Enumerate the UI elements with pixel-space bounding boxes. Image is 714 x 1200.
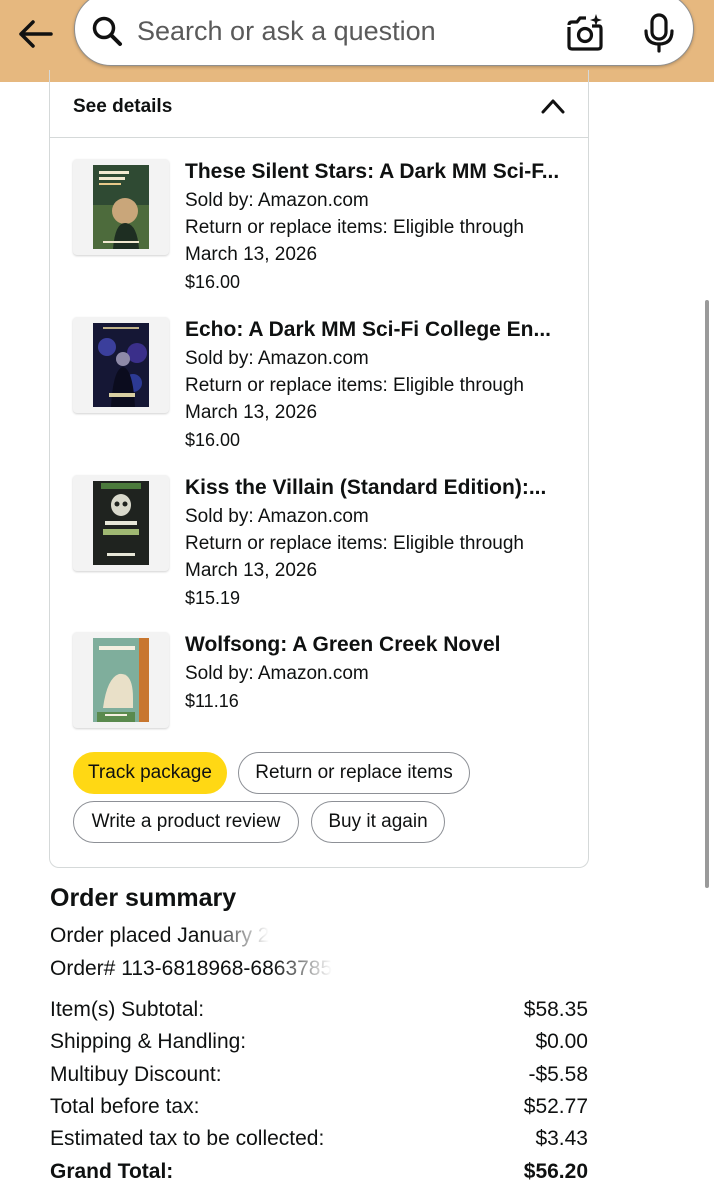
order-item[interactable]: These Silent Stars: A Dark MM Sci-F... S… [73, 159, 573, 299]
redaction-fade [209, 924, 270, 948]
product-thumbnail[interactable] [73, 159, 169, 255]
summary-value: $52.77 [523, 1095, 588, 1118]
order-placed-date: Order placed January 2 [50, 924, 270, 948]
back-arrow-icon[interactable] [16, 14, 56, 54]
summary-row: Multibuy Discount: -$5.58 [50, 1063, 588, 1095]
summary-label: Multibuy Discount: [50, 1063, 222, 1086]
sold-by-text: Sold by: Amazon.com [185, 190, 369, 211]
return-eligibility-date: March 13, 2026 [185, 244, 318, 265]
grand-total-row: Grand Total: $56.20 [50, 1160, 588, 1192]
book-cover-image [93, 323, 149, 407]
return-eligibility-date: March 13, 2026 [185, 560, 318, 581]
chevron-up-icon[interactable] [540, 96, 566, 116]
book-cover-image [93, 481, 149, 565]
summary-label: Estimated tax to be collected: [50, 1127, 325, 1150]
product-thumbnail[interactable] [73, 475, 169, 571]
buy-again-button[interactable]: Buy it again [311, 801, 445, 843]
summary-label: Total before tax: [50, 1095, 200, 1118]
track-package-button[interactable]: Track package [73, 752, 227, 794]
see-details-toggle[interactable]: See details [50, 82, 588, 138]
search-box[interactable] [74, 0, 694, 66]
order-item[interactable]: Kiss the Villain (Standard Edition):... … [73, 475, 573, 615]
camera-icon[interactable] [565, 13, 605, 53]
book-cover-image [93, 165, 149, 249]
redaction-fade [272, 957, 333, 981]
order-number: Order# 113-6818968-6863785 [50, 957, 333, 981]
see-details-label: See details [73, 96, 173, 117]
search-icon [92, 16, 122, 46]
order-summary-title: Order summary [50, 884, 237, 912]
order-details-card: See details These Silent Stars: A Dark M… [49, 70, 589, 868]
product-title-link[interactable]: Wolfsong: A Green Creek Novel [185, 632, 575, 660]
summary-value: $0.00 [535, 1030, 588, 1053]
return-eligibility-date: March 13, 2026 [185, 402, 318, 423]
return-eligibility-text: Return or replace items: Eligible throug… [185, 533, 525, 554]
grand-total-label: Grand Total: [50, 1160, 174, 1183]
product-title-link[interactable]: Kiss the Villain (Standard Edition):... [185, 475, 575, 503]
return-eligibility-text: Return or replace items: Eligible throug… [185, 217, 525, 238]
sold-by-text: Sold by: Amazon.com [185, 506, 369, 527]
product-thumbnail[interactable] [73, 317, 169, 413]
book-cover-image [93, 638, 149, 722]
return-eligibility-text: Return or replace items: Eligible throug… [185, 375, 525, 396]
scrollbar[interactable] [705, 300, 709, 888]
summary-label: Item(s) Subtotal: [50, 998, 205, 1021]
item-price: $16.00 [185, 272, 241, 292]
product-title-link[interactable]: These Silent Stars: A Dark MM Sci-F... [185, 159, 575, 187]
summary-value: $3.43 [535, 1127, 588, 1150]
sold-by-text: Sold by: Amazon.com [185, 663, 369, 684]
item-price: $11.16 [185, 691, 239, 711]
item-price: $16.00 [185, 430, 241, 450]
summary-row: Estimated tax to be collected: $3.43 [50, 1127, 588, 1159]
summary-row: Total before tax: $52.77 [50, 1095, 588, 1127]
product-title-link[interactable]: Echo: A Dark MM Sci-Fi College En... [185, 317, 575, 345]
microphone-icon[interactable] [641, 13, 677, 53]
return-or-replace-button[interactable]: Return or replace items [238, 752, 470, 794]
product-thumbnail[interactable] [73, 632, 169, 728]
order-item[interactable]: Wolfsong: A Green Creek Novel Sold by: A… [73, 632, 573, 732]
order-item[interactable]: Echo: A Dark MM Sci-Fi College En... Sol… [73, 317, 573, 457]
summary-value: -$5.58 [528, 1063, 588, 1086]
search-input[interactable] [137, 11, 537, 51]
summary-value: $58.35 [523, 998, 588, 1021]
summary-row: Shipping & Handling: $0.00 [50, 1030, 588, 1062]
item-price: $15.19 [185, 588, 241, 608]
write-review-button[interactable]: Write a product review [73, 801, 299, 843]
summary-row: Item(s) Subtotal: $58.35 [50, 998, 588, 1030]
grand-total-value: $56.20 [523, 1160, 588, 1183]
summary-label: Shipping & Handling: [50, 1030, 247, 1053]
sold-by-text: Sold by: Amazon.com [185, 348, 369, 369]
